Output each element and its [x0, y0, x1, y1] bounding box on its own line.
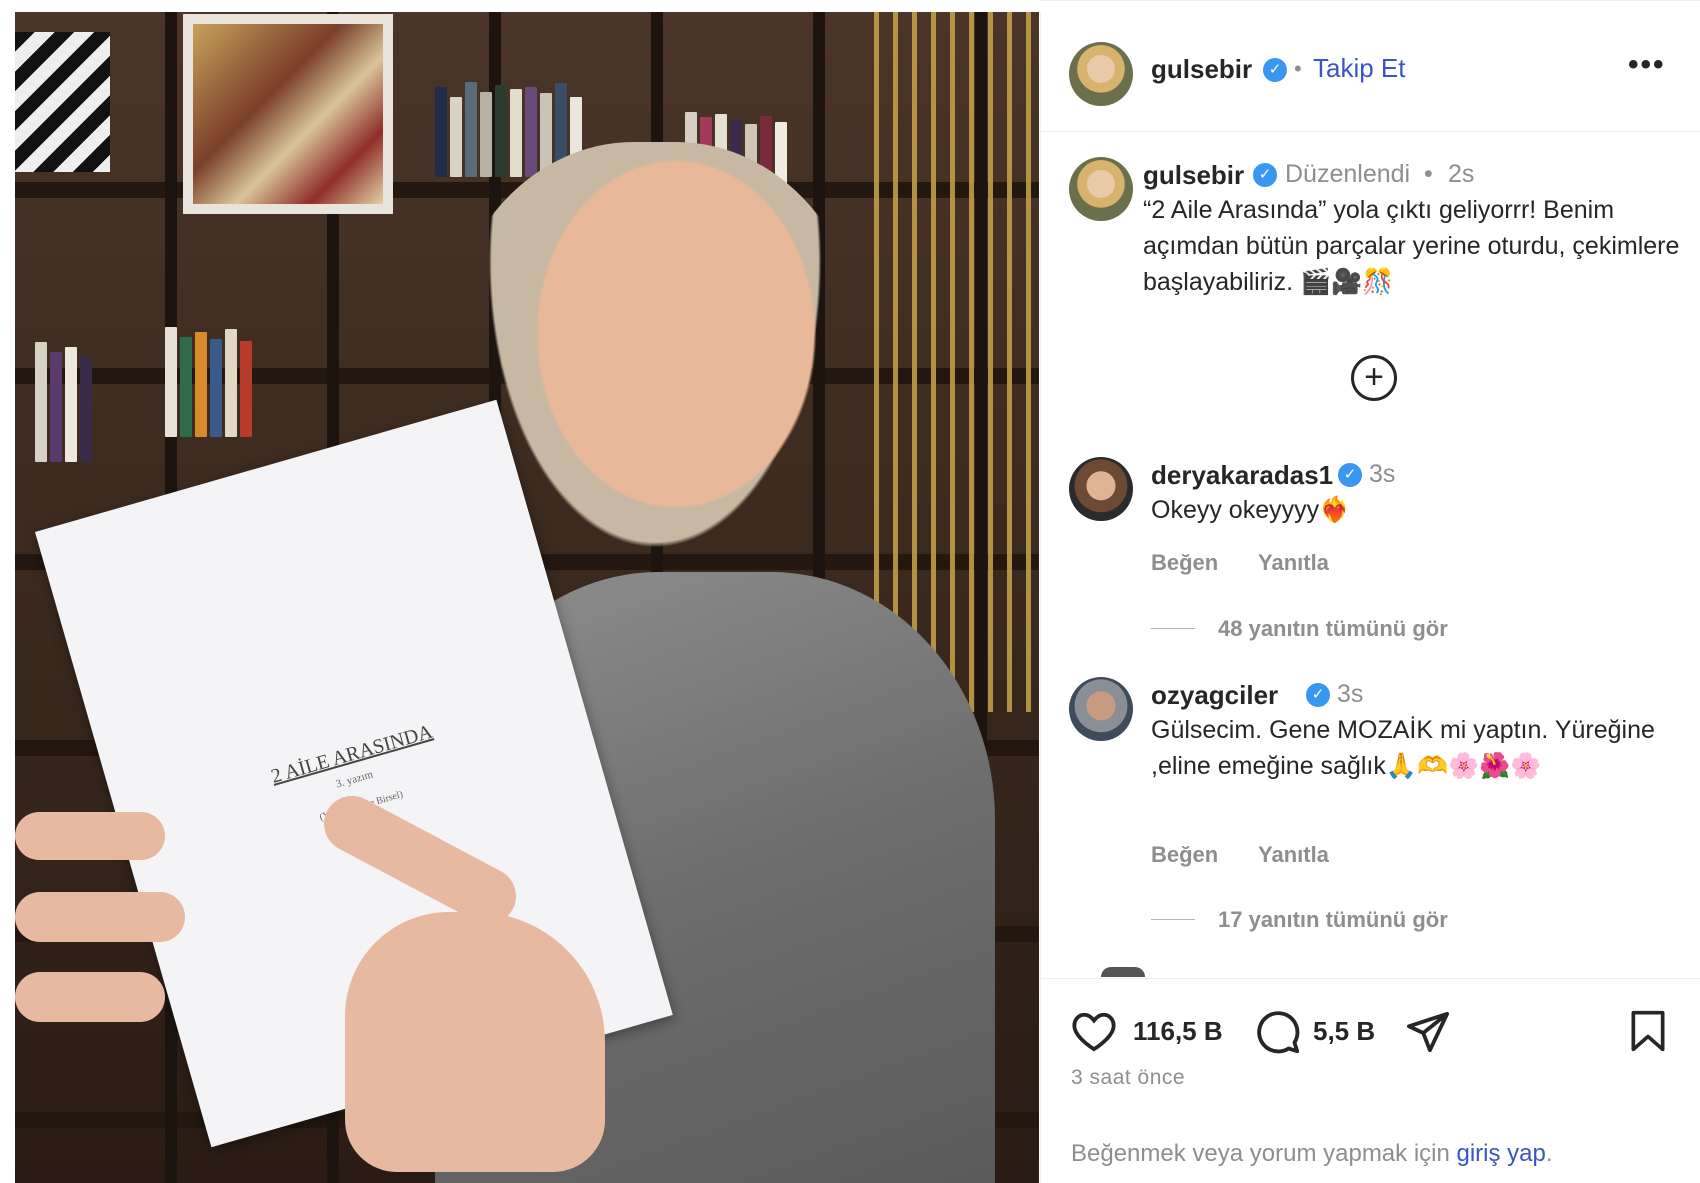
- like-count[interactable]: 116,5 B: [1133, 1016, 1223, 1047]
- caption-username[interactable]: gulsebir: [1143, 160, 1244, 191]
- edited-label: Düzenlendi: [1285, 160, 1411, 188]
- comment-username[interactable]: ozyagciler: [1151, 680, 1278, 711]
- load-more-comments-icon[interactable]: +: [1351, 355, 1397, 401]
- comment-icon[interactable]: [1255, 1009, 1301, 1055]
- view-replies-button[interactable]: 48 yanıtın tümünü gör: [1218, 616, 1448, 642]
- post-header: gulsebir ✓ • Takip Et •••: [1041, 12, 1700, 132]
- books-shelf-4: [35, 342, 92, 462]
- like-comment-button[interactable]: Beğen: [1151, 550, 1218, 576]
- post-time[interactable]: 3 saat önce: [1071, 1066, 1185, 1090]
- post-footer: 116,5 B 5,5 B 3 saat önce Beğenmek veya …: [1041, 978, 1700, 1183]
- login-suffix: .: [1545, 1140, 1553, 1167]
- reply-comment-button[interactable]: Yanıtla: [1258, 550, 1329, 576]
- post-photo: 2 AİLE ARASINDA 3. yazım (Yazan: Gülse B…: [15, 12, 1039, 1183]
- right-hand: [345, 912, 605, 1172]
- login-prompt: Beğenmek veya yorum yapmak için giriş ya…: [1071, 1140, 1553, 1168]
- comment-age[interactable]: 3s: [1369, 460, 1395, 489]
- verified-badge-icon: ✓: [1306, 683, 1330, 707]
- comment-text: Gülsecim. Gene MOZAİK mi yaptın. Yüreğin…: [1151, 716, 1655, 780]
- like-comment-button[interactable]: Beğen: [1151, 842, 1218, 868]
- replies-line: [1151, 919, 1195, 920]
- login-prefix: Beğenmek veya yorum yapmak için: [1071, 1140, 1457, 1167]
- comment-text: Okeyy okeyyyy❤️‍🔥: [1151, 496, 1351, 524]
- follow-button[interactable]: Takip Et: [1313, 53, 1406, 84]
- replies-line: [1151, 628, 1195, 629]
- bookmark-icon[interactable]: [1628, 1009, 1668, 1053]
- verified-badge-icon: ✓: [1253, 163, 1277, 187]
- left-hand-finger-1: [15, 812, 165, 860]
- login-link[interactable]: giriş yap: [1457, 1140, 1546, 1167]
- comment-avatar[interactable]: [1069, 677, 1133, 741]
- view-replies-button[interactable]: 17 yanıtın tümünü gör: [1218, 907, 1448, 933]
- verified-badge-icon: ✓: [1338, 463, 1362, 487]
- separator-dot: •: [1294, 56, 1302, 81]
- reply-comment-button[interactable]: Yanıtla: [1258, 842, 1329, 868]
- share-icon[interactable]: [1405, 1010, 1451, 1054]
- comment-username[interactable]: deryakaradas1: [1151, 460, 1333, 491]
- meta-separator: •: [1424, 160, 1433, 188]
- caption-avatar[interactable]: [1069, 157, 1133, 221]
- books-shelf-3: [165, 327, 252, 437]
- top-border: [1041, 0, 1700, 1]
- heart-icon[interactable]: [1071, 1009, 1117, 1053]
- next-comment-avatar-partial: [1101, 967, 1145, 977]
- left-hand-finger-3: [15, 972, 165, 1022]
- comment-avatar[interactable]: [1069, 457, 1133, 521]
- verified-badge-icon: ✓: [1263, 58, 1287, 82]
- author-avatar[interactable]: [1069, 42, 1133, 106]
- clapperboard: [15, 32, 110, 172]
- post-side-panel: gulsebir ✓ • Takip Et ••• gulsebir ✓ Düz…: [1040, 0, 1700, 1183]
- caption-age[interactable]: 2s: [1448, 160, 1474, 189]
- comment-count[interactable]: 5,5 B: [1313, 1016, 1375, 1047]
- caption-text: “2 Aile Arasında” yola çıktı geliyorrr! …: [1143, 196, 1680, 296]
- more-options-icon[interactable]: •••: [1628, 48, 1666, 82]
- script-subtitle: 3. yazım: [334, 768, 375, 791]
- header-username[interactable]: gulsebir: [1151, 54, 1252, 85]
- framed-painting: [183, 14, 393, 214]
- left-hand-finger-2: [15, 892, 185, 942]
- comment-age[interactable]: 3s: [1337, 680, 1363, 709]
